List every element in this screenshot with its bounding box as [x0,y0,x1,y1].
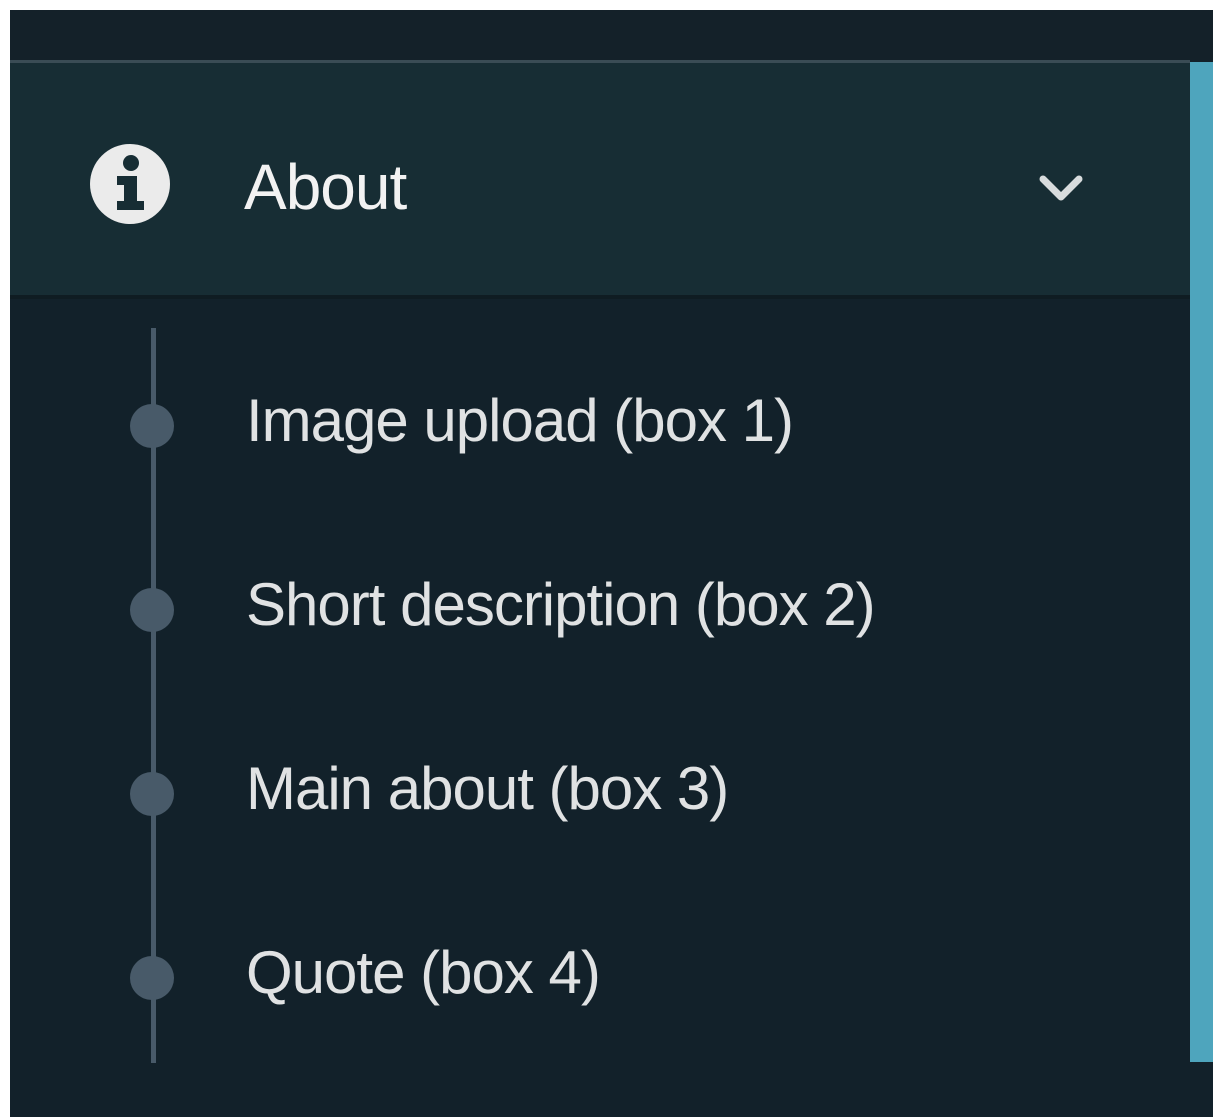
submenu-item-quote[interactable]: Quote (box 4) [10,918,1190,1038]
active-indicator-bar [1190,62,1213,1062]
submenu-item-image-upload[interactable]: Image upload (box 1) [10,366,1190,486]
chevron-down-icon[interactable] [1036,169,1086,205]
top-strip [10,10,1213,60]
submenu-item-label: Image upload (box 1) [246,387,794,454]
sidebar-menu: About Image upload (box 1) Short descrip… [10,10,1213,1117]
submenu-item-label: Quote (box 4) [246,939,601,1006]
timeline-dot [130,404,174,448]
submenu-item-label: Short description (box 2) [246,571,876,638]
submenu-item-short-description[interactable]: Short description (box 2) [10,550,1190,670]
menu-section-about[interactable]: About [10,63,1190,295]
timeline-dot [130,772,174,816]
submenu-item-label: Main about (box 3) [246,755,729,822]
menu-section-label: About [244,151,407,223]
timeline-dot [130,956,174,1000]
header-divider [10,295,1190,299]
info-icon [89,143,171,225]
submenu-item-main-about[interactable]: Main about (box 3) [10,734,1190,854]
timeline-dot [130,588,174,632]
